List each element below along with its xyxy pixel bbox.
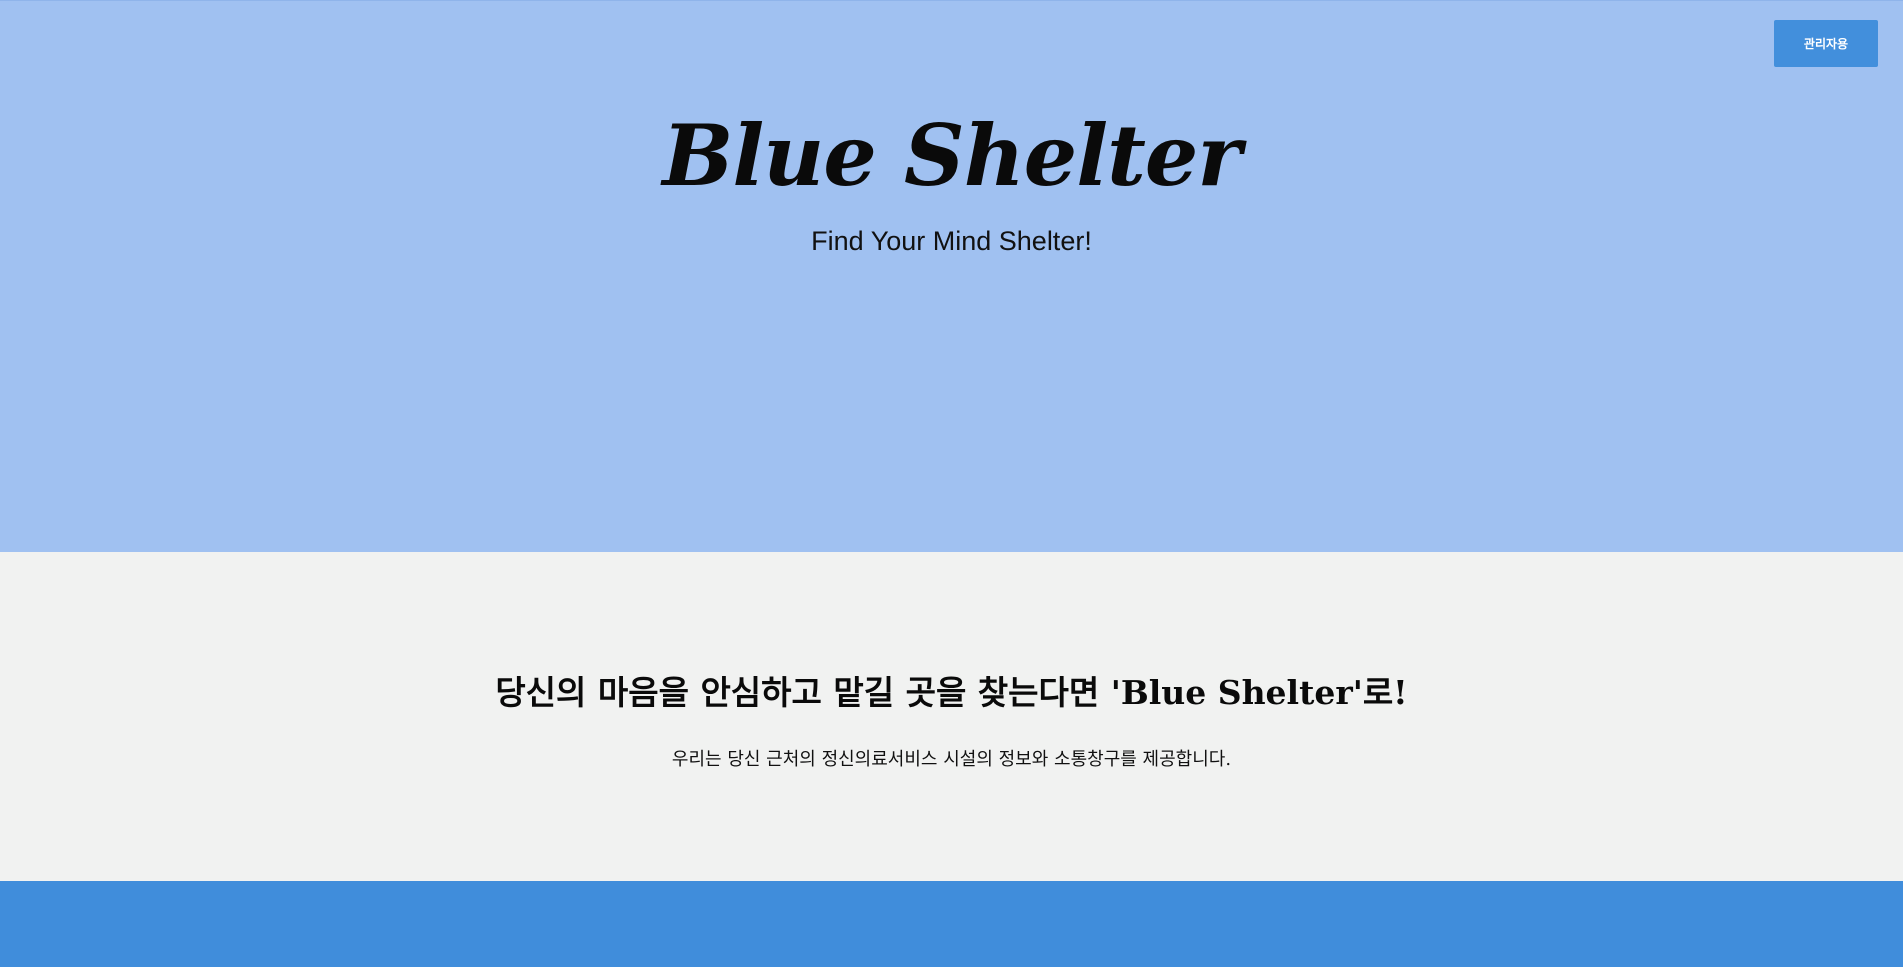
footer-band [0,881,1903,967]
site-subtitle: Find Your Mind Shelter! [811,226,1092,256]
site-title: Blue Shelter [662,106,1241,205]
intro-section: 당신의 마음을 안심하고 맡길 곳을 찾는다면 'Blue Shelter'로!… [0,552,1903,881]
landing-page: 관리자용 Blue Shelter Find Your Mind Shelter… [0,0,1903,967]
hero-section: 관리자용 Blue Shelter Find Your Mind Shelter… [0,0,1903,552]
intro-description: 우리는 당신 근처의 정신의료서비스 시설의 정보와 소통창구를 제공합니다. [671,749,1232,770]
admin-button[interactable]: 관리자용 [1774,20,1878,67]
intro-heading: 당신의 마음을 안심하고 맡길 곳을 찾는다면 'Blue Shelter'로! [495,673,1408,712]
